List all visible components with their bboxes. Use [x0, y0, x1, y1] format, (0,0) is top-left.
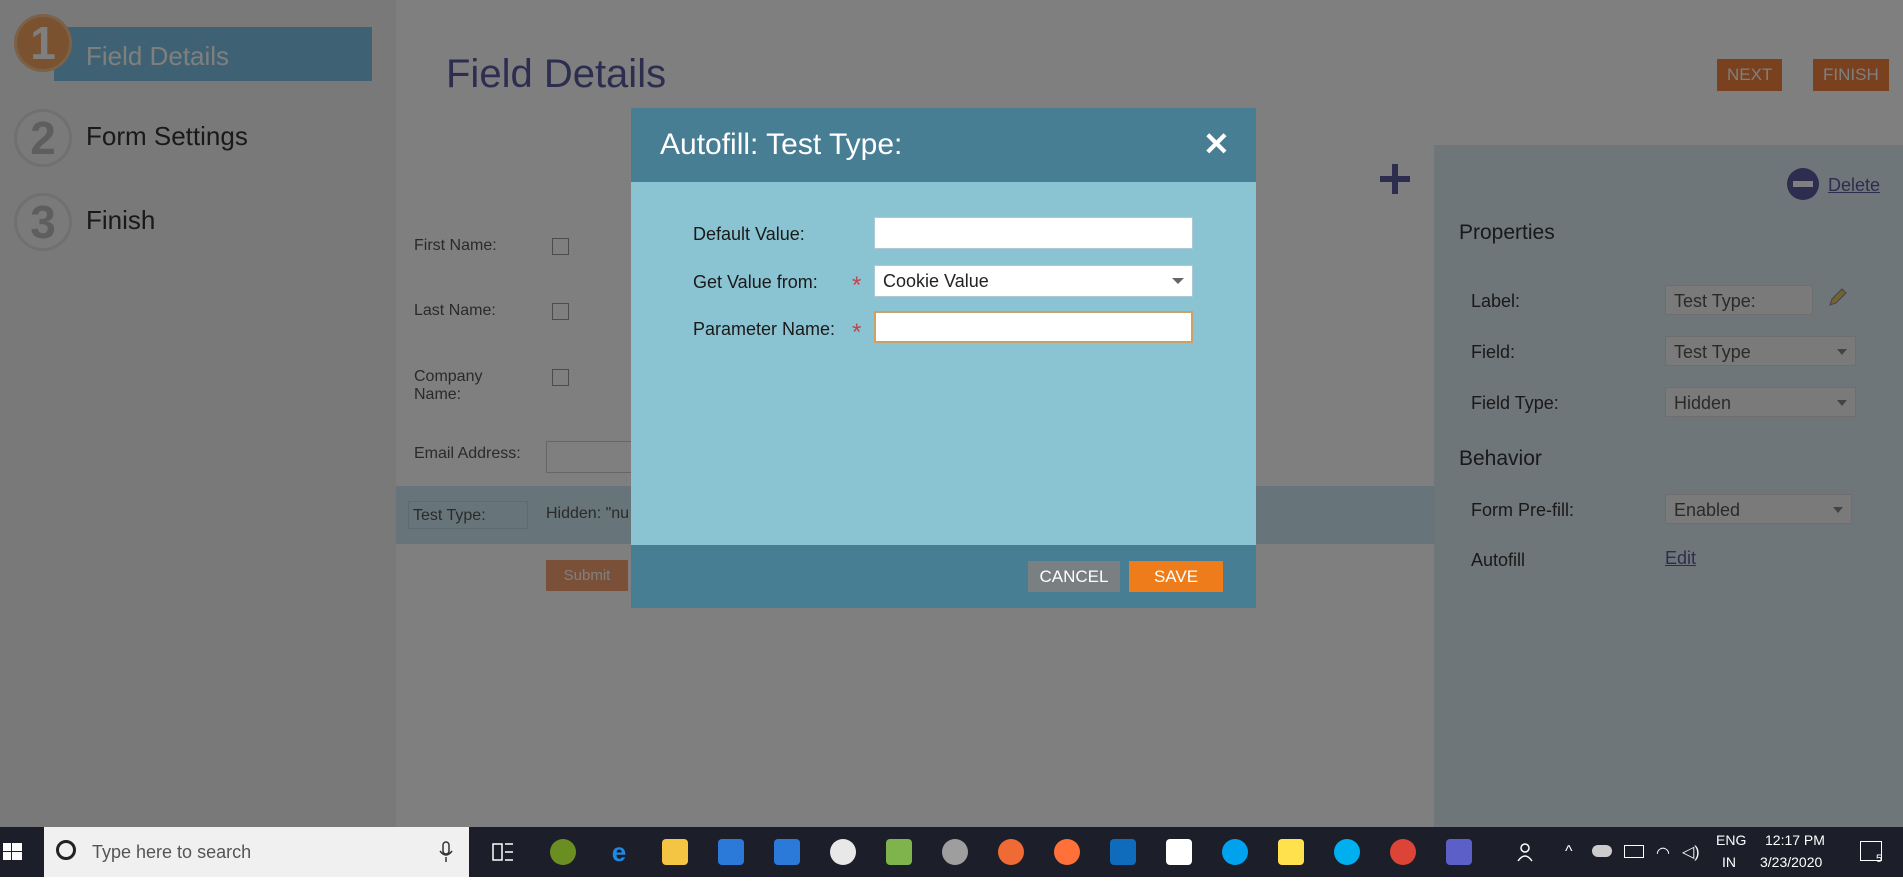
- paint-icon[interactable]: [830, 839, 856, 865]
- settings-icon[interactable]: [942, 839, 968, 865]
- chevron-down-icon: [1172, 278, 1184, 284]
- close-icon[interactable]: ✕: [1203, 128, 1230, 160]
- cancel-button[interactable]: CANCEL: [1028, 561, 1120, 592]
- get-value-from-selected: Cookie Value: [883, 271, 989, 291]
- chrome-icon[interactable]: [1390, 839, 1416, 865]
- chevron-up-icon[interactable]: ^: [1565, 843, 1573, 861]
- dialog-title: Autofill: Test Type:: [660, 128, 903, 161]
- mail-icon[interactable]: [774, 839, 800, 865]
- outlook-icon[interactable]: [1110, 839, 1136, 865]
- firefox-icon[interactable]: [1054, 839, 1080, 865]
- swift-icon[interactable]: [998, 839, 1024, 865]
- taskbar-search-box[interactable]: Type here to search: [44, 827, 469, 877]
- default-value-label: Default Value:: [693, 224, 805, 244]
- file-explorer-icon[interactable]: [662, 839, 688, 865]
- language-line1[interactable]: ENG: [1716, 832, 1746, 848]
- sticky-notes-icon[interactable]: [1278, 839, 1304, 865]
- calculator-icon[interactable]: [1166, 839, 1192, 865]
- clock-date[interactable]: 3/23/2020: [1760, 854, 1822, 870]
- get-value-from-select[interactable]: Cookie Value: [874, 265, 1193, 297]
- skype-icon[interactable]: [1334, 839, 1360, 865]
- language-line2[interactable]: IN: [1722, 854, 1736, 870]
- skype-business-icon[interactable]: [1222, 839, 1248, 865]
- clock-time[interactable]: 12:17 PM: [1765, 832, 1825, 848]
- edge-icon[interactable]: e: [606, 839, 632, 865]
- notification-count: 5: [1876, 853, 1883, 865]
- battery-icon[interactable]: [1624, 845, 1644, 858]
- people-icon[interactable]: [1515, 839, 1541, 865]
- notepad-icon[interactable]: [886, 839, 912, 865]
- save-button[interactable]: SAVE: [1129, 561, 1223, 592]
- store-icon[interactable]: [718, 839, 744, 865]
- volume-icon[interactable]: ◁): [1682, 842, 1700, 862]
- windows-taskbar: Type here to search e ^ ◠ ◁) ENG IN 12:1…: [0, 827, 1903, 877]
- cloud-icon[interactable]: [1592, 845, 1612, 857]
- cortana-icon: [56, 840, 76, 860]
- required-asterisk: *: [852, 272, 862, 299]
- parameter-name-label: Parameter Name:: [693, 319, 836, 339]
- microphone-icon[interactable]: [439, 841, 453, 868]
- parameter-name-input[interactable]: [874, 311, 1193, 343]
- dialog-header: Autofill: Test Type: ✕: [631, 108, 1256, 182]
- teams-icon[interactable]: [1446, 839, 1472, 865]
- windows-start-icon[interactable]: [0, 827, 44, 877]
- default-value-input[interactable]: [874, 217, 1193, 249]
- task-view-icon[interactable]: [490, 839, 516, 865]
- wifi-icon[interactable]: ◠: [1656, 843, 1670, 863]
- autofill-dialog: Autofill: Test Type: ✕ Default Value: Ge…: [631, 108, 1256, 608]
- app-p-icon[interactable]: [550, 839, 576, 865]
- search-placeholder: Type here to search: [92, 842, 252, 862]
- required-asterisk: *: [852, 319, 862, 346]
- get-value-from-label: Get Value from:: [693, 272, 818, 292]
